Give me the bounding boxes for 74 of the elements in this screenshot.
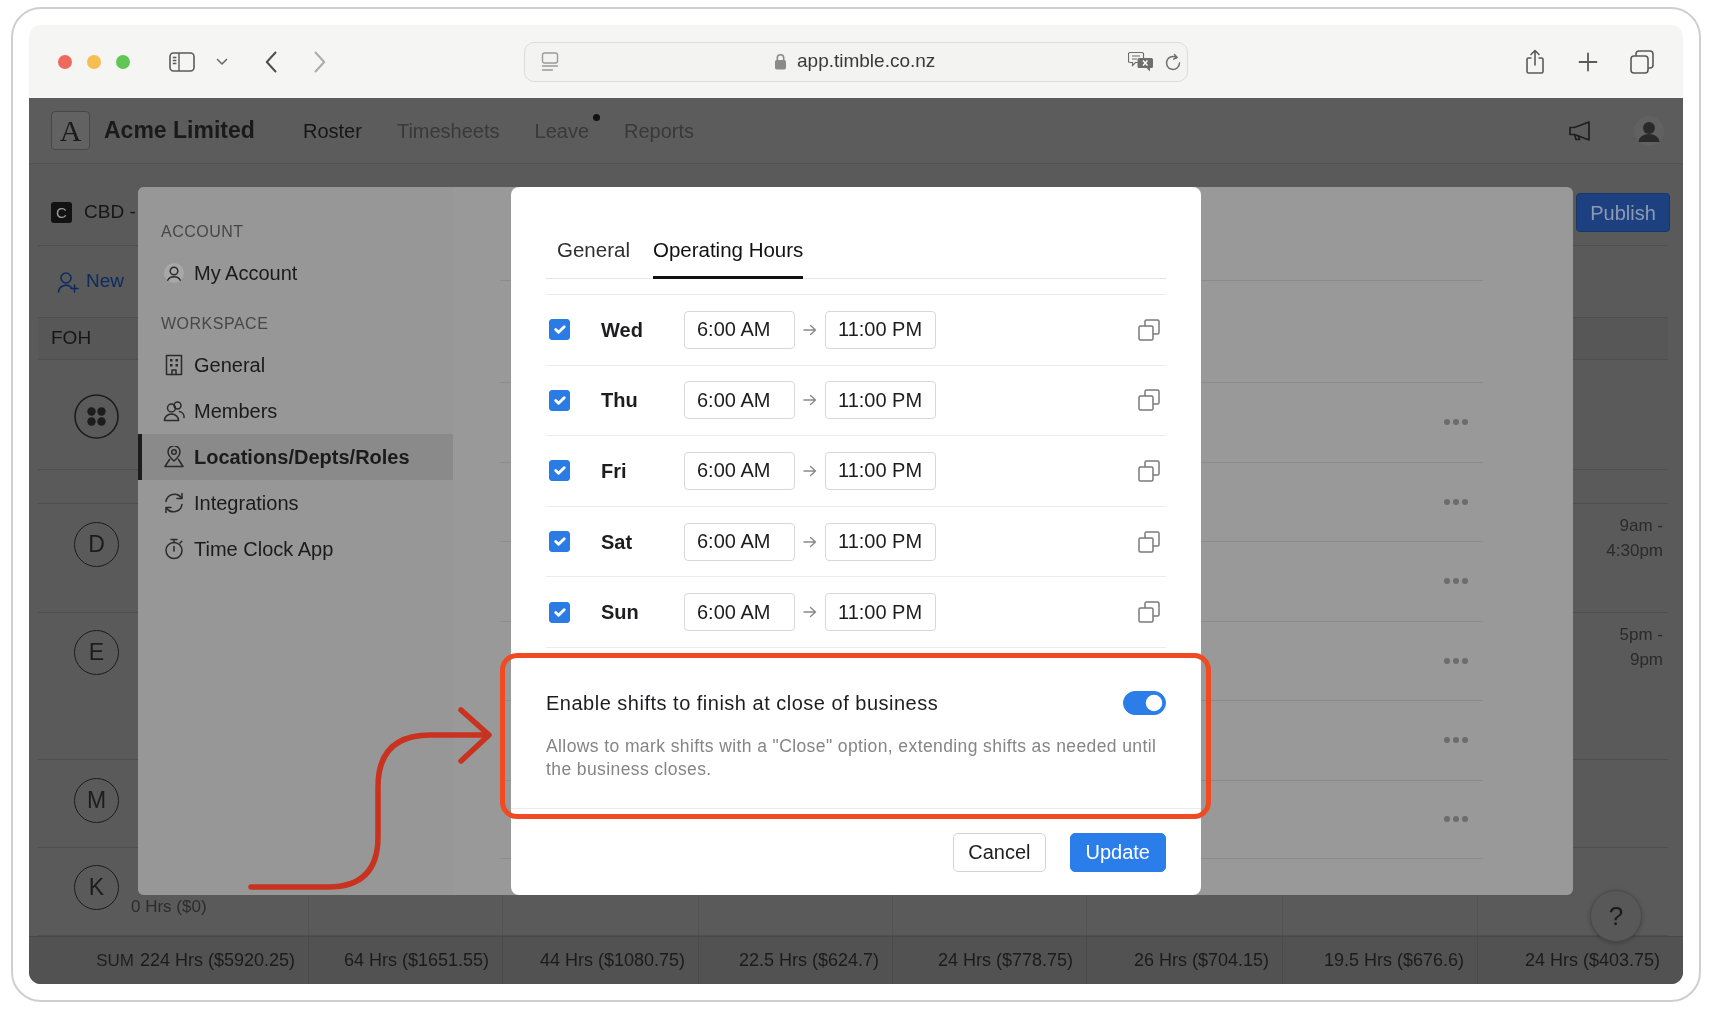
megaphone-icon[interactable] xyxy=(1568,119,1592,142)
time-field[interactable]: 6:00 AM xyxy=(684,381,795,420)
url-text: app.timble.co.nz xyxy=(797,49,936,74)
back-icon[interactable] xyxy=(265,50,277,73)
sidebar-item[interactable]: General xyxy=(138,342,453,388)
group-avatar-icon xyxy=(74,394,119,439)
day-label: Sat xyxy=(601,529,634,555)
day-label: Sun xyxy=(601,600,640,626)
overlapping-squares-icon[interactable] xyxy=(1630,49,1654,74)
sidebar-item[interactable]: Time Clock App xyxy=(138,526,453,572)
sidebar-icon[interactable] xyxy=(169,51,195,72)
toggle-switch[interactable] xyxy=(1123,690,1166,715)
forward-icon[interactable] xyxy=(314,50,326,73)
arrow-right-icon xyxy=(803,323,817,336)
page-icon[interactable] xyxy=(541,51,559,72)
checkbox[interactable] xyxy=(549,601,570,623)
setting-description: Allows to mark shifts with a "Close" option, extending shifts as needed until the business closes. xyxy=(546,734,1158,781)
arrow-right-icon xyxy=(803,465,817,477)
day-label: Wed xyxy=(601,317,644,343)
section-heading: WORKSPACE xyxy=(160,314,270,334)
copy-icon[interactable] xyxy=(1138,318,1160,341)
arrow-right-icon xyxy=(803,606,817,619)
copy-icon[interactable] xyxy=(1138,601,1160,624)
time-field[interactable]: 6:00 AM xyxy=(684,310,795,349)
copy-icon[interactable] xyxy=(1138,460,1160,482)
checkbox[interactable] xyxy=(549,389,570,411)
person-icon xyxy=(163,262,185,284)
chevron-down-icon[interactable] xyxy=(216,57,228,66)
location-pin-icon xyxy=(163,446,185,468)
copy-icon[interactable] xyxy=(1138,530,1160,553)
time-field[interactable]: 11:00 PM xyxy=(825,310,936,349)
checkbox[interactable] xyxy=(549,531,570,553)
window-zoom-icon[interactable] xyxy=(116,54,130,69)
building-icon xyxy=(163,354,185,376)
day-label: Fri xyxy=(601,459,628,484)
company-name: Acme Limited xyxy=(104,116,255,146)
reload-icon[interactable] xyxy=(1164,51,1182,72)
arrow-right-icon xyxy=(803,394,817,407)
time-field[interactable]: 11:00 PM xyxy=(825,522,936,561)
update-button[interactable]: Update xyxy=(1069,832,1166,872)
people-icon xyxy=(163,400,185,422)
cancel-button[interactable]: Cancel xyxy=(953,832,1046,872)
group-label: FOH xyxy=(51,326,92,351)
time-field[interactable]: 11:00 PM xyxy=(825,452,936,490)
speech-bubbles-icon[interactable] xyxy=(1128,50,1154,73)
day-label: Thu xyxy=(601,388,639,414)
share-icon[interactable] xyxy=(1525,48,1545,75)
time-field[interactable]: 6:00 AM xyxy=(684,452,795,490)
copy-icon[interactable] xyxy=(1138,389,1160,412)
checkbox[interactable] xyxy=(549,319,570,341)
tab[interactable]: Operating Hours xyxy=(652,238,804,279)
plus-icon[interactable] xyxy=(1578,51,1598,72)
publish-button[interactable]: Publish xyxy=(1576,193,1670,232)
sidebar-item[interactable]: My Account xyxy=(138,250,453,296)
location-badge: C xyxy=(51,202,72,223)
time-field[interactable]: 6:00 AM xyxy=(684,522,795,561)
sync-icon xyxy=(163,492,185,514)
lock-icon xyxy=(774,53,787,70)
checkbox[interactable] xyxy=(549,460,570,482)
section-heading: ACCOUNT xyxy=(160,222,245,242)
time-field[interactable]: 11:00 PM xyxy=(825,593,936,632)
sidebar-item[interactable]: Members xyxy=(138,388,453,434)
stopwatch-icon xyxy=(163,538,185,560)
logo: A xyxy=(51,111,90,150)
address-bar[interactable]: app.timble.co.nz xyxy=(524,41,1188,82)
add-person-icon[interactable] xyxy=(57,270,79,293)
time-field[interactable]: 6:00 AM xyxy=(684,593,795,632)
arrow-right-icon xyxy=(803,535,817,548)
sidebar-item[interactable]: Integrations xyxy=(138,480,453,526)
time-field[interactable]: 11:00 PM xyxy=(825,381,936,420)
tab[interactable]: General xyxy=(557,238,630,279)
window-close-icon[interactable] xyxy=(58,54,72,69)
sidebar-item[interactable]: Locations/Depts/Roles xyxy=(138,434,453,480)
setting-label: Enable shifts to finish at close of business xyxy=(546,690,939,715)
